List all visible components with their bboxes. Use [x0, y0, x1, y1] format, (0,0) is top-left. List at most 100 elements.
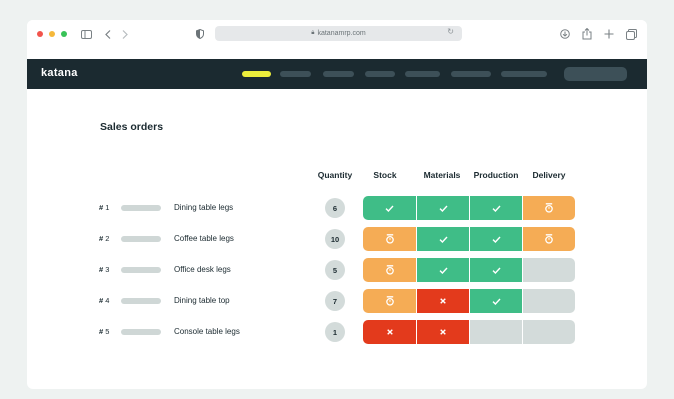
delivery-status-cell[interactable] — [522, 289, 575, 313]
customer-placeholder-bar — [121, 298, 161, 304]
tabs-icon[interactable] — [623, 26, 639, 42]
table-row[interactable]: # 5 Console table legs 1 — [27, 320, 647, 344]
order-number: # 2 — [99, 234, 109, 243]
column-header-delivery: Delivery — [532, 170, 566, 180]
maximize-window-button[interactable] — [61, 31, 67, 37]
column-header-quantity: Quantity — [317, 170, 353, 180]
table-row[interactable]: # 3 Office desk legs 5 — [27, 258, 647, 282]
materials-status-cell[interactable] — [416, 196, 469, 220]
sidebar-icon[interactable] — [78, 26, 94, 42]
quantity-badge: 6 — [325, 198, 345, 218]
nav-item-5[interactable] — [405, 71, 440, 77]
checkmark-icon — [439, 267, 448, 274]
checkmark-icon — [492, 298, 501, 305]
status-cells — [363, 289, 575, 313]
customer-placeholder-bar — [121, 236, 161, 242]
page-title: Sales orders — [100, 121, 164, 133]
table-row[interactable]: # 1 Dining table legs 6 — [27, 196, 647, 220]
nav-item-4[interactable] — [365, 71, 395, 77]
delivery-status-cell[interactable] — [522, 258, 575, 282]
production-status-cell[interactable] — [469, 196, 522, 220]
nav-item-sell[interactable] — [242, 71, 271, 77]
status-cells — [363, 227, 575, 251]
browser-window: 🔒︎ katanamrp.com ↻ katana Sales orders Q… — [27, 20, 647, 389]
status-cells — [363, 196, 575, 220]
stopwatch-icon — [385, 296, 394, 306]
address-bar[interactable]: 🔒︎ katanamrp.com ↻ — [215, 26, 462, 41]
nav-item-6[interactable] — [451, 71, 491, 77]
table-row[interactable]: # 4 Dining table top 7 — [27, 289, 647, 313]
status-cells — [363, 258, 575, 282]
column-header-production: Production — [473, 170, 519, 180]
delivery-status-cell[interactable] — [522, 227, 575, 251]
delivery-status-cell[interactable] — [522, 196, 575, 220]
status-cells — [363, 320, 575, 344]
order-number-value: 2 — [103, 234, 110, 243]
app-navbar: katana — [27, 59, 647, 89]
product-name: Dining table legs — [174, 203, 234, 212]
order-number-value: 3 — [103, 265, 110, 274]
order-number-value: 1 — [103, 203, 110, 212]
nav-item-2[interactable] — [280, 71, 311, 77]
user-menu[interactable] — [564, 67, 627, 81]
customer-placeholder-bar — [121, 267, 161, 273]
checkmark-icon — [492, 267, 501, 274]
order-number: # 1 — [99, 203, 109, 212]
quantity-badge: 7 — [325, 291, 345, 311]
product-name: Office desk legs — [174, 265, 231, 274]
katana-logo[interactable]: katana — [41, 67, 78, 79]
cross-icon — [440, 329, 446, 335]
materials-status-cell[interactable] — [416, 320, 469, 344]
production-status-cell[interactable] — [469, 227, 522, 251]
checkmark-icon — [492, 236, 501, 243]
lock-icon: 🔒︎ — [311, 30, 315, 36]
quantity-badge: 5 — [325, 260, 345, 280]
forward-icon[interactable] — [117, 26, 133, 42]
stock-status-cell[interactable] — [363, 227, 416, 251]
column-header-materials: Materials — [423, 170, 461, 180]
quantity-badge: 10 — [325, 229, 345, 249]
customer-placeholder-bar — [121, 205, 161, 211]
stopwatch-icon — [385, 265, 394, 275]
download-icon[interactable] — [557, 26, 573, 42]
minimize-window-button[interactable] — [49, 31, 55, 37]
nav-item-7[interactable] — [501, 71, 547, 77]
close-window-button[interactable] — [37, 31, 43, 37]
checkmark-icon — [385, 205, 394, 212]
order-number-value: 4 — [103, 296, 110, 305]
materials-status-cell[interactable] — [416, 258, 469, 282]
stopwatch-icon — [545, 234, 553, 244]
production-status-cell[interactable] — [469, 289, 522, 313]
share-icon[interactable] — [579, 26, 595, 42]
production-status-cell[interactable] — [469, 320, 522, 344]
delivery-status-cell[interactable] — [522, 320, 575, 344]
checkmark-icon — [439, 236, 448, 243]
stock-status-cell[interactable] — [363, 258, 416, 282]
order-number: # 3 — [99, 265, 109, 274]
checkmark-icon — [439, 205, 448, 212]
back-icon[interactable] — [100, 26, 116, 42]
product-name: Console table legs — [174, 327, 240, 336]
privacy-shield-icon[interactable] — [192, 26, 208, 42]
materials-status-cell[interactable] — [416, 289, 469, 313]
url-text: katanamrp.com — [317, 30, 366, 37]
reload-icon[interactable]: ↻ — [447, 27, 454, 36]
checkmark-icon — [492, 205, 501, 212]
cross-icon — [440, 298, 446, 304]
production-status-cell[interactable] — [469, 258, 522, 282]
order-number: # 5 — [99, 327, 109, 336]
table-row[interactable]: # 2 Coffee table legs 10 — [27, 227, 647, 251]
stock-status-cell[interactable] — [363, 196, 416, 220]
stock-status-cell[interactable] — [363, 289, 416, 313]
stock-status-cell[interactable] — [363, 320, 416, 344]
nav-item-3[interactable] — [323, 71, 354, 77]
browser-toolbar: 🔒︎ katanamrp.com ↻ — [27, 20, 647, 59]
column-header-stock: Stock — [373, 170, 397, 180]
materials-status-cell[interactable] — [416, 227, 469, 251]
cross-icon — [386, 329, 393, 335]
stopwatch-icon — [385, 234, 394, 244]
customer-placeholder-bar — [121, 329, 161, 335]
quantity-badge: 1 — [325, 322, 345, 342]
new-tab-icon[interactable] — [601, 26, 617, 42]
product-name: Dining table top — [174, 296, 230, 305]
